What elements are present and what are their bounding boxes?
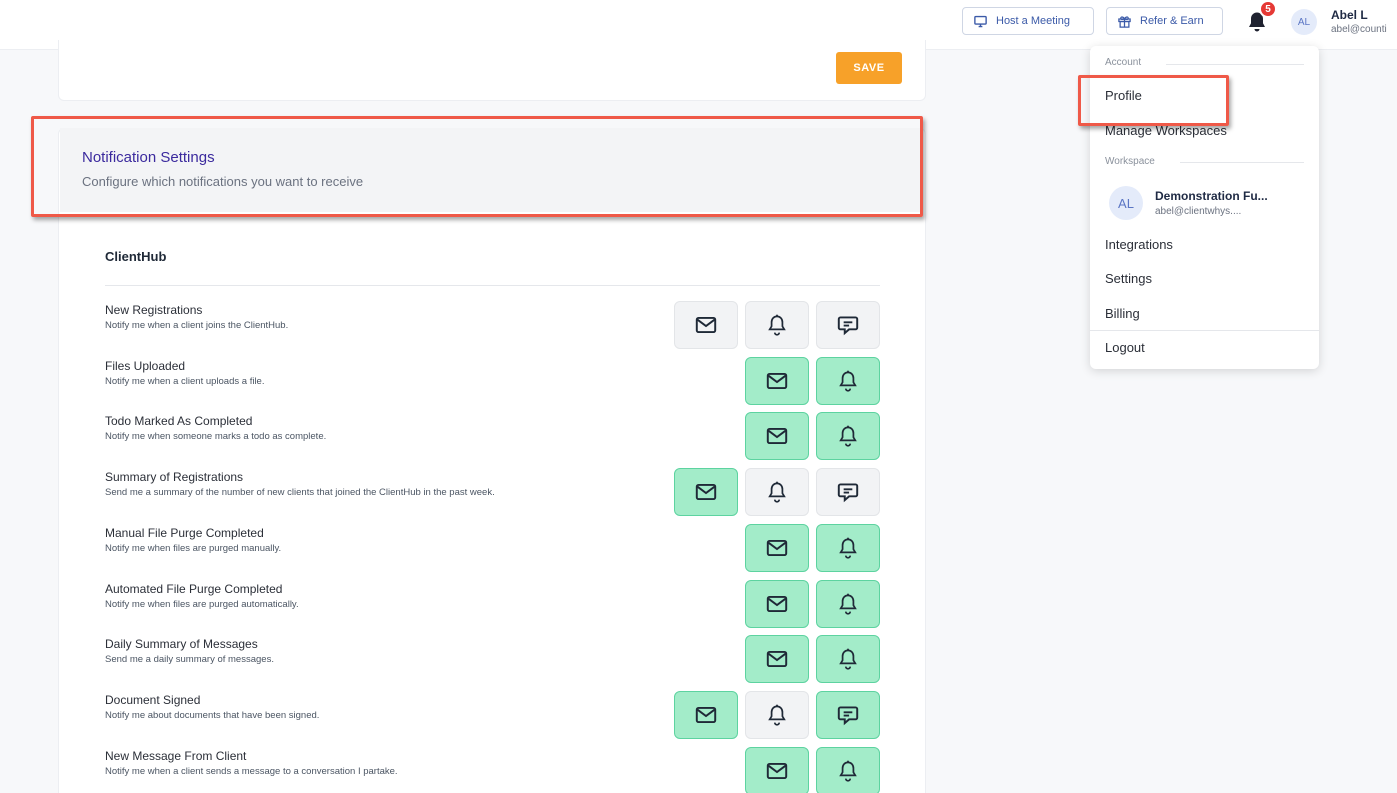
- bell-icon: [839, 593, 857, 615]
- notification-row-title: Summary of Registrations: [105, 470, 244, 485]
- email-toggle-button[interactable]: [745, 523, 809, 572]
- envelope-icon: [766, 539, 788, 556]
- notification-row-description: Notify me when files are purged manually…: [105, 542, 282, 554]
- bell-toggle-button[interactable]: [745, 690, 809, 739]
- notification-row-title: New Registrations: [105, 303, 203, 317]
- email-toggle-button[interactable]: [745, 412, 809, 461]
- bell-icon: [839, 370, 857, 392]
- bell-toggle-button[interactable]: [816, 356, 880, 405]
- bell-icon: [839, 537, 857, 559]
- bell-toggle-button[interactable]: [816, 412, 880, 461]
- envelope-icon: [766, 762, 788, 779]
- bell-toggle-button[interactable]: [816, 746, 880, 793]
- dropdown-divider: [1180, 162, 1304, 163]
- notification-row-title: Document Signed: [105, 692, 201, 707]
- user-name[interactable]: Abel L: [1331, 8, 1368, 22]
- notification-row-title: Todo Marked As Completed: [105, 414, 253, 429]
- bell-toggle-button[interactable]: [816, 523, 880, 572]
- refer-earn-label: Refer & Earn: [1140, 15, 1204, 27]
- host-meeting-button[interactable]: Host a Meeting: [962, 7, 1094, 35]
- workspace-email: abel@clientwhys....: [1155, 206, 1242, 217]
- host-meeting-label: Host a Meeting: [996, 15, 1070, 27]
- bell-toggle-button[interactable]: [745, 468, 809, 517]
- bell-toggle-button[interactable]: [816, 635, 880, 684]
- envelope-icon: [766, 428, 788, 445]
- section-title-clienthub: ClientHub: [105, 249, 167, 264]
- dropdown-label-account: Account: [1105, 57, 1142, 68]
- bell-icon: [768, 314, 786, 336]
- chat-toggle-button[interactable]: [816, 690, 880, 739]
- section-divider: [105, 285, 880, 286]
- email-toggle-button[interactable]: [745, 635, 809, 684]
- monitor-icon: [974, 15, 987, 27]
- dropdown-divider: [1166, 64, 1304, 65]
- chat-toggle-button[interactable]: [816, 301, 880, 349]
- envelope-icon: [695, 484, 717, 501]
- chat-bubble-icon: [837, 316, 859, 336]
- notification-row-description: Notify me when a client uploads a file.: [105, 375, 265, 387]
- envelope-icon: [766, 651, 788, 668]
- notification-row-title: New Message From Client: [105, 748, 247, 763]
- envelope-icon: [766, 372, 788, 389]
- chat-bubble-icon: [837, 483, 859, 503]
- gift-icon: [1118, 15, 1131, 28]
- notification-row-description: Notify me when files are purged automati…: [105, 598, 299, 610]
- workspace-name[interactable]: Demonstration Fu...: [1155, 189, 1268, 203]
- notification-settings-highlight: [31, 116, 923, 217]
- notification-row-description: Notify me about documents that have been…: [105, 709, 320, 721]
- envelope-icon: [766, 595, 788, 612]
- dropdown-item-logout[interactable]: Logout: [1105, 340, 1145, 355]
- settings-card: [58, 40, 926, 101]
- notification-row-description: Notify me when a client joins the Client…: [105, 320, 289, 331]
- notification-row-description: Notify me when a client sends a message …: [105, 765, 398, 777]
- dropdown-item-integrations[interactable]: Integrations: [1105, 237, 1173, 252]
- refer-earn-button[interactable]: Refer & Earn: [1106, 7, 1223, 35]
- chat-toggle-button[interactable]: [816, 468, 880, 517]
- notification-row-title: Automated File Purge Completed: [105, 581, 283, 596]
- chat-bubble-icon: [837, 706, 859, 726]
- bell-icon: [768, 704, 786, 726]
- bell-toggle-button[interactable]: [816, 579, 880, 628]
- notification-count-badge: 5: [1259, 0, 1277, 18]
- notification-row-title: Manual File Purge Completed: [105, 525, 264, 540]
- bell-icon: [839, 426, 857, 447]
- notification-row-description: Notify me when someone marks a todo as c…: [105, 431, 327, 443]
- bell-icon: [768, 481, 786, 503]
- dropdown-label-workspace: Workspace: [1105, 156, 1155, 167]
- dropdown-divider: [1090, 330, 1319, 331]
- notification-row-title: Files Uploaded: [105, 358, 186, 373]
- email-toggle-button[interactable]: [674, 301, 738, 349]
- profile-highlight: [1078, 75, 1229, 126]
- envelope-icon: [695, 316, 717, 334]
- email-toggle-button[interactable]: [674, 690, 738, 739]
- bell-toggle-button[interactable]: [745, 301, 809, 349]
- user-avatar[interactable]: AL: [1291, 9, 1317, 35]
- email-toggle-button[interactable]: [745, 746, 809, 793]
- notification-row-description: Send me a summary of the number of new c…: [105, 487, 495, 499]
- user-email: abel@counti: [1331, 24, 1387, 35]
- notification-row-description: Send me a daily summary of messages.: [105, 654, 274, 666]
- notification-row-title: Daily Summary of Messages: [105, 637, 258, 652]
- email-toggle-button[interactable]: [674, 468, 738, 517]
- bell-icon: [839, 648, 857, 670]
- email-toggle-button[interactable]: [745, 579, 809, 628]
- email-toggle-button[interactable]: [745, 356, 809, 405]
- bell-icon: [839, 760, 857, 782]
- dropdown-item-settings[interactable]: Settings: [1105, 271, 1152, 286]
- save-button[interactable]: SAVE: [836, 52, 902, 84]
- dropdown-item-billing[interactable]: Billing: [1105, 306, 1140, 321]
- envelope-icon: [695, 706, 717, 723]
- workspace-avatar[interactable]: AL: [1109, 186, 1143, 220]
